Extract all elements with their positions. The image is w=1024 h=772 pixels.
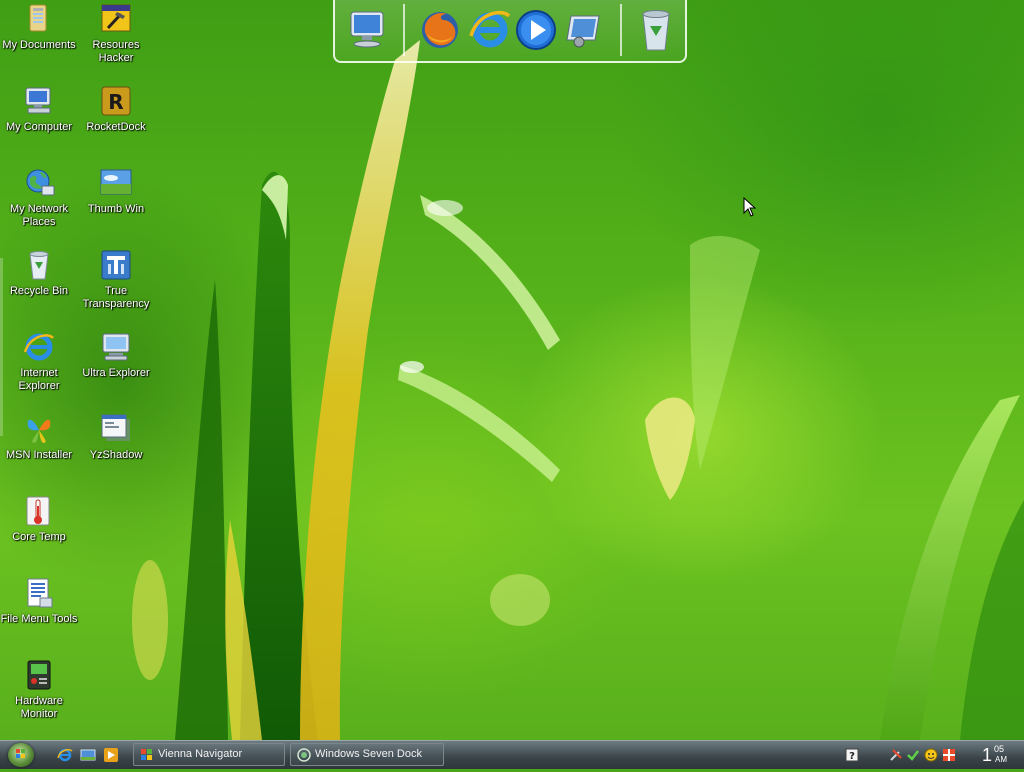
taskbar-clock[interactable]: 1 05 AM bbox=[982, 743, 1022, 767]
dock-separator bbox=[620, 4, 622, 56]
desktop-icon-label: File Menu Tools bbox=[0, 613, 78, 625]
desktop-icon-my-network-places[interactable]: My Network Places bbox=[0, 166, 78, 229]
desktop-icon-rocketdock[interactable]: R RocketDock bbox=[77, 84, 155, 134]
windows-flag-icon bbox=[140, 748, 154, 762]
thumbnail-window-icon bbox=[99, 166, 133, 200]
svg-text:?: ? bbox=[849, 751, 855, 762]
taskbar-button-label: Windows Seven Dock bbox=[315, 748, 422, 760]
desktop-icon-msn-installer[interactable]: MSN Installer bbox=[0, 412, 78, 462]
desktop-icon-label: My Computer bbox=[5, 121, 73, 133]
desktop-icon-label: YzShadow bbox=[89, 449, 143, 461]
internet-explorer-icon bbox=[22, 330, 56, 364]
dock-app-icon bbox=[297, 748, 311, 762]
msn-butterfly-icon bbox=[22, 412, 56, 446]
tray-messenger-icon[interactable] bbox=[924, 748, 938, 762]
thermometer-icon bbox=[22, 494, 56, 528]
desktop-icon-recycle-bin[interactable]: Recycle Bin bbox=[0, 248, 78, 298]
help-icon[interactable]: ? bbox=[845, 748, 859, 762]
desktop-icon-my-computer[interactable]: My Computer bbox=[0, 84, 78, 134]
windows-logo-icon bbox=[16, 749, 25, 758]
desktop-icon-label: True Transparency bbox=[82, 285, 150, 310]
taskbar-button-label: Vienna Navigator bbox=[158, 748, 243, 760]
desktop-icon-label: My Network Places bbox=[9, 203, 69, 228]
dock-control-panel-icon[interactable] bbox=[559, 6, 605, 52]
mouse-cursor-icon bbox=[743, 196, 757, 217]
desktop-icon-label: Recycle Bin bbox=[9, 285, 69, 297]
resource-hacker-icon bbox=[99, 2, 133, 36]
desktop-icon-label: Thumb Win bbox=[87, 203, 145, 215]
rocketdock-icon: R bbox=[99, 84, 133, 118]
desktop-icon-label: Ultra Explorer bbox=[82, 367, 150, 379]
dock-internet-explorer-icon[interactable] bbox=[467, 6, 513, 52]
desktop-icon-my-documents[interactable]: My Documents bbox=[0, 2, 78, 52]
svg-text:R: R bbox=[108, 90, 123, 114]
desktop-icon-label: My Documents bbox=[2, 39, 76, 51]
dock-computer-icon[interactable] bbox=[345, 6, 391, 52]
transparency-icon bbox=[99, 248, 133, 282]
desktop-icon-file-menu-tools[interactable]: File Menu Tools bbox=[0, 576, 78, 626]
dock-firefox-icon[interactable] bbox=[417, 6, 463, 52]
ultra-explorer-icon bbox=[99, 330, 133, 364]
desktop-icon-ultra-explorer[interactable]: Ultra Explorer bbox=[77, 330, 155, 380]
taskbar: Vienna Navigator Windows Seven Dock ? 1 … bbox=[0, 740, 1024, 769]
desktop-icon-label: Resoures Hacker bbox=[92, 39, 140, 64]
desktop-icon-resource-hacker[interactable]: Resoures Hacker bbox=[77, 2, 155, 65]
desktop-icon-core-temp[interactable]: Core Temp bbox=[0, 494, 78, 544]
tray-security-check-icon[interactable] bbox=[906, 748, 920, 762]
tray-tools-icon[interactable] bbox=[889, 748, 903, 762]
desktop-icon-thumb-win[interactable]: Thumb Win bbox=[77, 166, 155, 216]
rocket-dock-bar bbox=[333, 0, 687, 63]
folder-documents-icon bbox=[22, 2, 56, 36]
network-globe-icon bbox=[22, 166, 56, 200]
desktop-icon-label: MSN Installer bbox=[5, 449, 73, 461]
clock-ampm: AM bbox=[995, 755, 1007, 764]
dock-separator bbox=[403, 4, 405, 56]
desktop-icon-internet-explorer[interactable]: Internet Explorer bbox=[0, 330, 78, 393]
shadow-window-icon bbox=[99, 412, 133, 446]
start-button[interactable] bbox=[8, 743, 34, 767]
hardware-chip-icon bbox=[22, 658, 56, 692]
desktop-icon-label: Core Temp bbox=[12, 531, 66, 543]
taskbar-button-windows-seven-dock[interactable]: Windows Seven Dock bbox=[290, 743, 444, 766]
desktop-icon-label: Hardware Monitor bbox=[15, 695, 63, 720]
desktop-icon-label: Internet Explorer bbox=[18, 367, 60, 392]
taskbar-button-vienna-navigator[interactable]: Vienna Navigator bbox=[133, 743, 285, 766]
document-list-icon bbox=[22, 576, 56, 610]
desktop-icon-yzshadow[interactable]: YzShadow bbox=[77, 412, 155, 462]
clock-hour: 1 bbox=[982, 745, 993, 765]
quicklaunch-show-desktop-icon[interactable] bbox=[80, 747, 96, 763]
clock-minute: 05 bbox=[994, 744, 1005, 754]
tray-grid-icon[interactable] bbox=[942, 748, 956, 762]
quicklaunch-internet-explorer-icon[interactable] bbox=[57, 747, 73, 763]
desktop-icon-hardware-monitor[interactable]: Hardware Monitor bbox=[0, 658, 78, 721]
desktop-icon-label: RocketDock bbox=[86, 121, 146, 133]
desktop-icon-true-transparency[interactable]: True Transparency bbox=[77, 248, 155, 311]
recycle-bin-icon bbox=[22, 248, 56, 282]
dock-media-player-icon[interactable] bbox=[513, 6, 559, 52]
quicklaunch-media-player-icon[interactable] bbox=[103, 747, 119, 763]
dock-recycle-bin-icon[interactable] bbox=[633, 6, 679, 52]
computer-icon bbox=[22, 84, 56, 118]
